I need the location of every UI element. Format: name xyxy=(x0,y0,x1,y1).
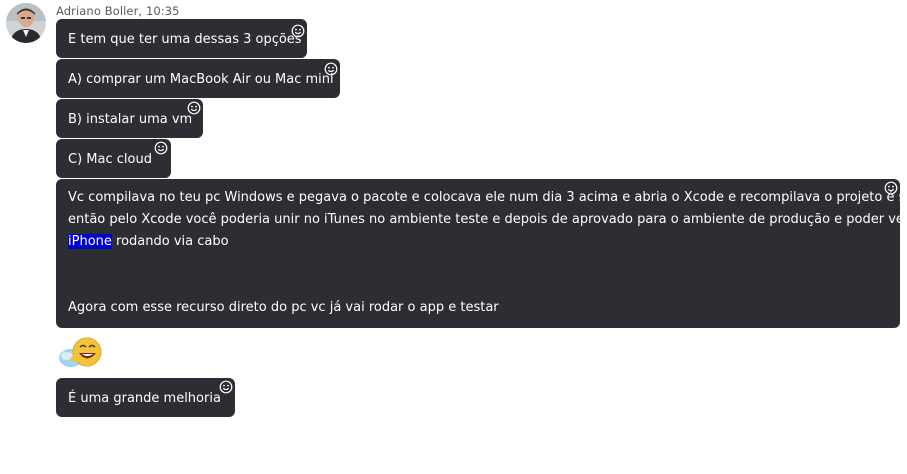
message-text: E tem que ter uma dessas 3 opções xyxy=(68,32,302,47)
message-text: B) instalar uma vm xyxy=(68,112,193,127)
smiley-icon[interactable] xyxy=(884,181,898,195)
smiley-icon[interactable] xyxy=(324,62,338,76)
message-bubble[interactable]: C) Mac cloud xyxy=(56,139,171,178)
message-bubble-long[interactable]: Vc compilava no teu pc Windows e pegava … xyxy=(56,179,907,328)
message-line: iPhone rodando via cabo xyxy=(68,231,888,253)
smiley-icon[interactable] xyxy=(219,380,233,394)
avatar[interactable] xyxy=(6,3,46,43)
laughing-emoji-sticker[interactable] xyxy=(56,334,104,374)
message-line: Agora com esse recurso direto do pc vc j… xyxy=(68,300,499,315)
message-bubble[interactable]: E tem que ter uma dessas 3 opções xyxy=(56,19,307,58)
message-text: A) comprar um MacBook Air ou Mac mini xyxy=(68,72,334,87)
highlighted-search-term[interactable]: iPhone xyxy=(68,234,112,249)
smiley-icon[interactable] xyxy=(187,101,201,115)
message-line: Vc compilava no teu pc Windows e pegava … xyxy=(68,190,907,205)
message-text: É uma grande melhoria xyxy=(68,391,221,406)
message-text: rodando via cabo xyxy=(111,234,229,249)
chat-thread: Adriano Boller, 10:35 E tem que ter uma … xyxy=(0,0,907,474)
message-bubble[interactable]: É uma grande melhoria xyxy=(56,378,235,417)
message-bubble[interactable]: A) comprar um MacBook Air ou Mac mini xyxy=(56,59,340,98)
smiley-icon[interactable] xyxy=(291,24,305,38)
message-line: então pelo Xcode você poderia unir no iT… xyxy=(68,212,907,227)
message-text: C) Mac cloud xyxy=(68,152,152,167)
blank-lines xyxy=(68,253,888,297)
smiley-icon[interactable] xyxy=(154,141,168,155)
sender-name-time: Adriano Boller, 10:35 xyxy=(56,4,180,18)
message-bubble[interactable]: B) instalar uma vm xyxy=(56,99,203,138)
